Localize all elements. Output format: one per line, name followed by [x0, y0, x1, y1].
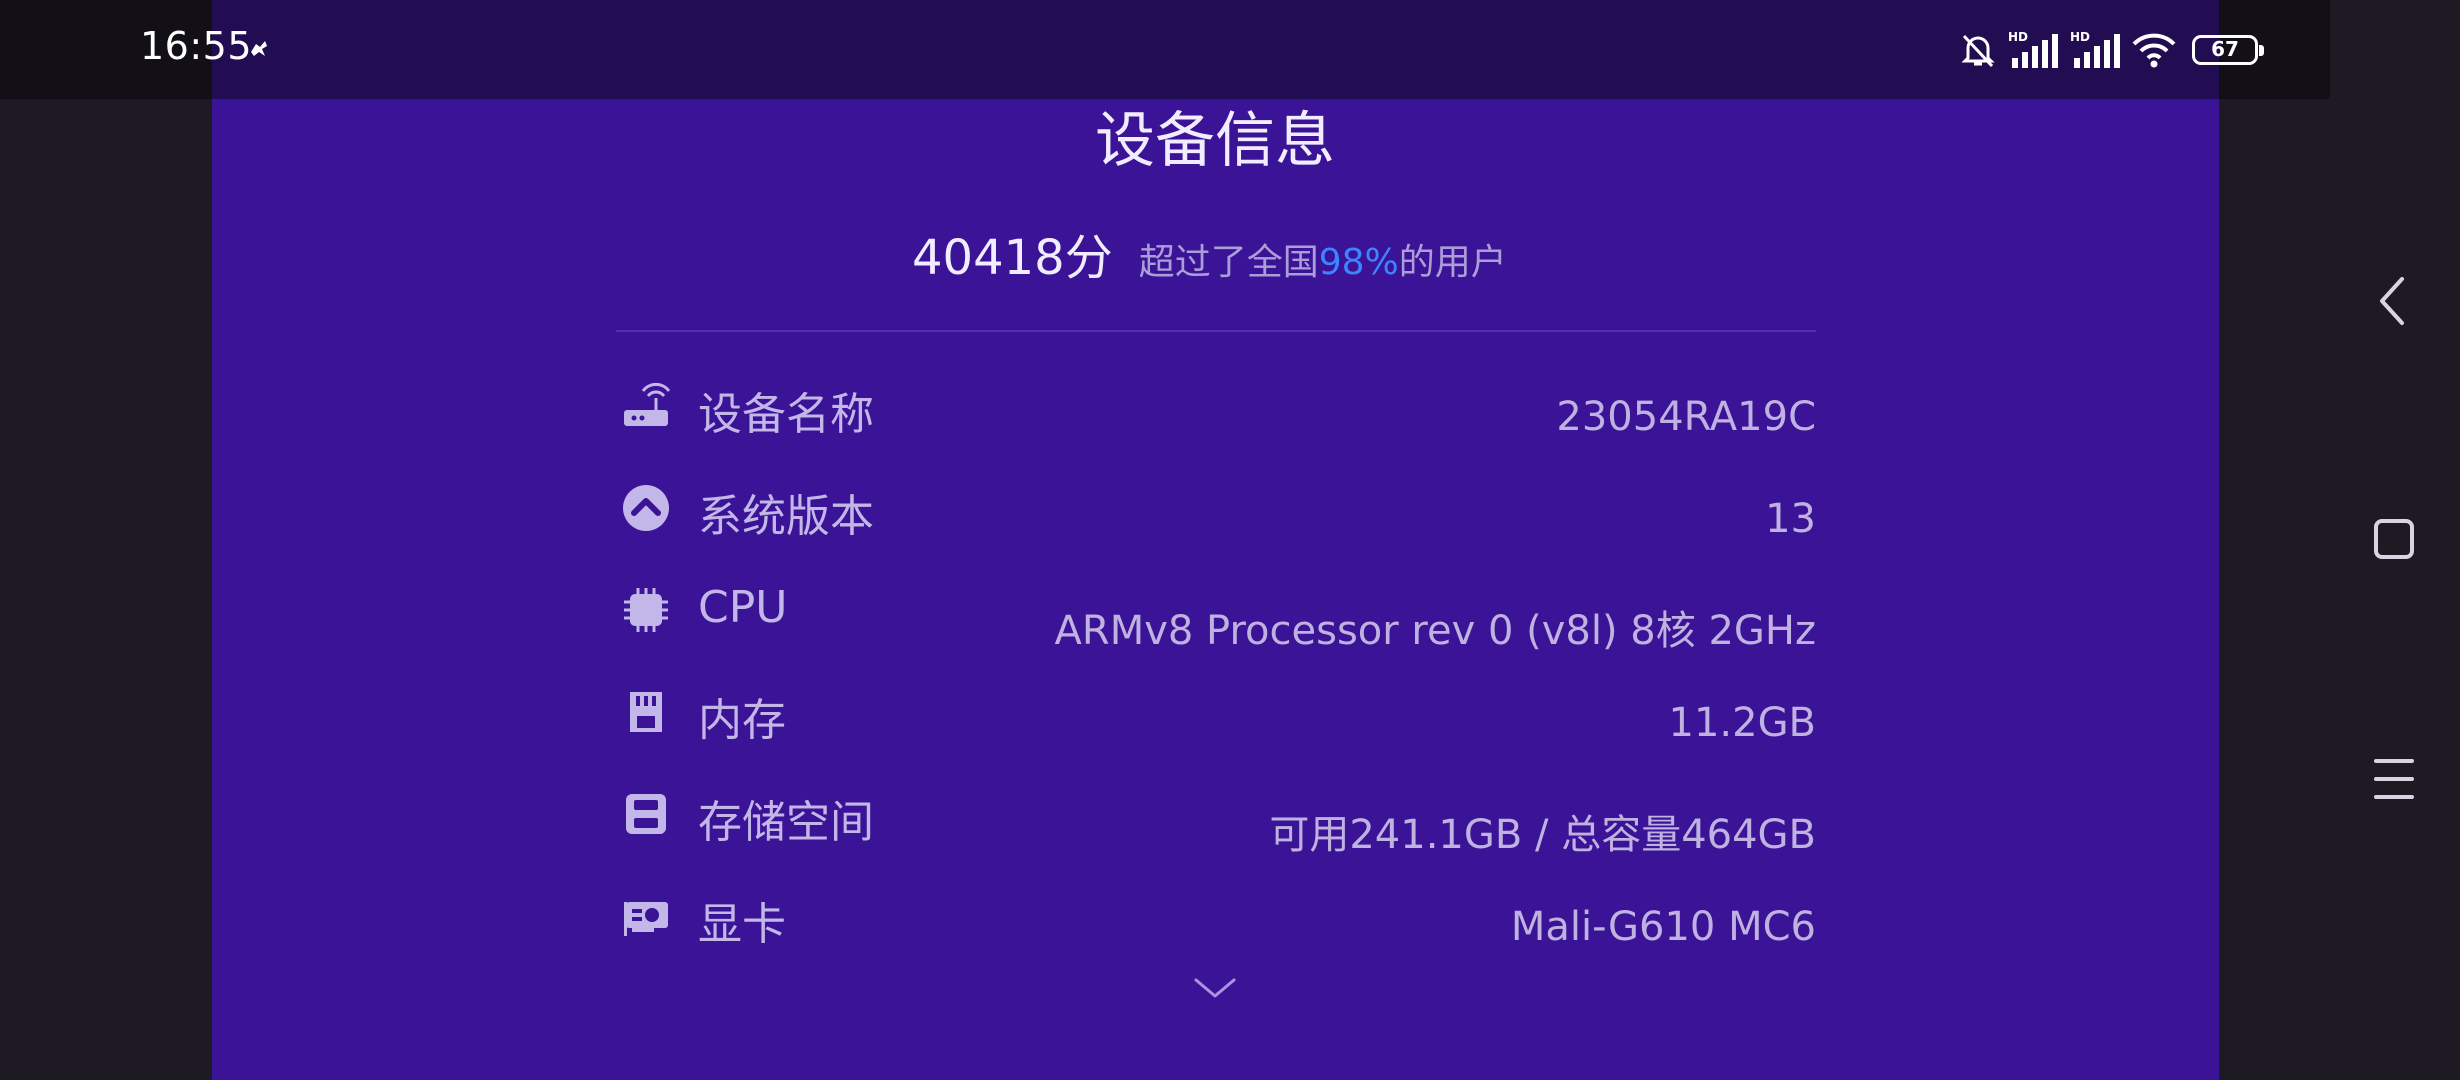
score-text-before: 超过了全国 [1138, 242, 1319, 283]
svg-text:HD: HD [2070, 30, 2090, 44]
system-version-icon [623, 485, 669, 531]
storage-save-icon [626, 794, 666, 834]
svg-text:HD: HD [2008, 30, 2028, 44]
left-letterbox [0, 0, 212, 1080]
battery-level: 67 [2211, 37, 2239, 61]
memory-value: 11.2GB [1668, 700, 1817, 746]
status-bar: 16:55 HD HD 67 [0, 0, 2330, 99]
score-value: 40418分 [912, 230, 1113, 286]
page-title: 设备信息 [1095, 106, 1335, 176]
mute-bell-icon [1961, 34, 1995, 68]
storage-value: 可用241.1GB / 总容量464GB [1269, 812, 1816, 858]
signal-hd-icon: HD [2008, 30, 2058, 68]
score-line: 40418分 超过了全国98%的用户 [912, 218, 1507, 288]
system-version-row: 系统版本 13 [616, 474, 1816, 544]
score-text-after: 的用户 [1398, 242, 1507, 283]
right-letterbox [2219, 0, 2330, 1080]
device-name-value: 23054RA19C [1556, 394, 1816, 440]
gpu-row: 显卡 Mali-G610 MC6 [616, 882, 1816, 952]
back-icon[interactable] [2364, 271, 2424, 331]
divider [616, 330, 1816, 332]
memory-label: 内存 [698, 695, 786, 746]
graphics-card-icon [624, 902, 668, 936]
home-square-icon[interactable] [2364, 509, 2424, 569]
device-name-row: 设备名称 23054RA19C [616, 372, 1816, 442]
score-comparison: 超过了全国98%的用户 [1139, 233, 1507, 285]
status-icons: HD HD 67 [1958, 28, 2264, 72]
score-percent: 98% [1318, 242, 1399, 283]
notification-app-icon [251, 41, 267, 56]
signal-hd-icon: HD [2070, 30, 2120, 68]
device-name-label: 设备名称 [698, 389, 874, 440]
chevron-down-icon[interactable] [1190, 968, 1240, 1008]
gpu-value: Mali-G610 MC6 [1510, 904, 1816, 950]
memory-row: 内存 11.2GB [616, 678, 1816, 748]
gpu-label: 显卡 [698, 899, 786, 950]
cpu-label: CPU [698, 582, 788, 633]
system-version-label: 系统版本 [698, 491, 874, 542]
router-icon [624, 382, 670, 426]
system-version-value: 13 [1765, 496, 1816, 542]
cpu-chip-icon [624, 588, 668, 632]
status-clock: 16:55 [140, 24, 253, 68]
storage-label: 存储空间 [698, 797, 874, 848]
cpu-value: ARMv8 Processor rev 0 (v8l) 8核 2GHz [1054, 608, 1816, 654]
storage-row: 存储空间 可用241.1GB / 总容量464GB [616, 780, 1816, 858]
wifi-icon [2132, 33, 2176, 68]
memory-card-icon [630, 692, 662, 732]
battery-icon: 67 [2192, 35, 2264, 65]
menu-lines-icon[interactable] [2364, 749, 2424, 809]
cpu-row: CPU ARMv8 Processor rev 0 (v8l) 8核 2GHz [616, 576, 1816, 654]
